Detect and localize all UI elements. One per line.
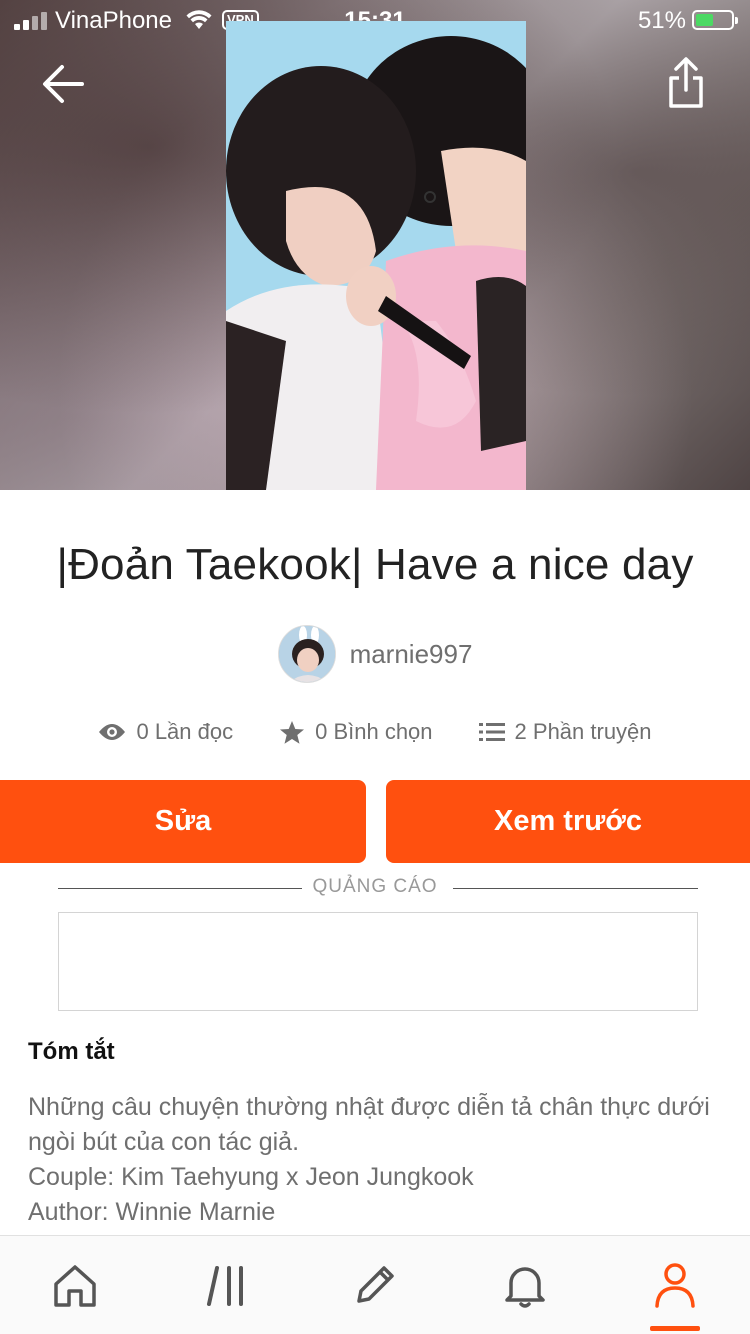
story-cover-image — [226, 21, 526, 490]
edit-button[interactable]: Sửa — [0, 780, 366, 863]
summary-line: Những câu chuyện thường nhật được diễn t… — [28, 1093, 710, 1156]
author-avatar[interactable] — [277, 625, 336, 683]
list-icon — [478, 723, 505, 741]
bell-icon[interactable] — [500, 1260, 550, 1310]
preview-button-label: Xem trước — [493, 805, 642, 837]
ad-placeholder[interactable] — [58, 912, 698, 1011]
story-header: VinaPhone VPN 15:31 51% — [0, 0, 750, 490]
parts-count: 2 Phần truyện — [514, 719, 652, 744]
library-icon[interactable] — [203, 1260, 253, 1310]
summary-text: Những câu chuyện thường nhật được diễn t… — [28, 1090, 728, 1230]
battery-percent: 51% — [637, 7, 686, 34]
pencil-icon[interactable] — [350, 1260, 400, 1310]
author-name[interactable]: marnie997 — [350, 639, 473, 670]
preview-button[interactable]: Xem trước — [386, 780, 750, 863]
summary-heading: Tóm tắt — [28, 1038, 115, 1065]
home-icon[interactable] — [50, 1260, 100, 1310]
share-icon[interactable] — [666, 56, 706, 110]
ad-divider-right — [453, 888, 698, 889]
summary-line: Couple: Kim Taehyung x Jeon Jungkook — [28, 1163, 474, 1191]
votes-stat: 0 Bình chọn — [279, 719, 433, 745]
ad-label: QUẢNG CÁO — [312, 876, 438, 897]
votes-count: 0 Bình chọn — [315, 719, 433, 744]
bottom-tab-bar — [0, 1235, 750, 1334]
summary-line: Author: Winnie Marnie — [28, 1198, 276, 1226]
profile-icon[interactable] — [650, 1260, 700, 1310]
edit-button-label: Sửa — [154, 805, 212, 837]
reads-count: 0 Lần đọc — [136, 719, 234, 744]
parts-stat: 2 Phần truyện — [478, 719, 652, 745]
back-arrow-icon[interactable] — [40, 62, 86, 106]
battery-icon — [692, 10, 738, 30]
story-title: |Đoản Taekook| Have a nice day — [56, 540, 694, 589]
active-tab-indicator — [650, 1326, 700, 1331]
author-link[interactable]: marnie997 — [0, 624, 750, 684]
story-stats: 0 Lần đọc 0 Bình chọn 2 Phần truyện — [0, 710, 750, 754]
eye-icon — [99, 724, 126, 740]
star-icon — [280, 720, 305, 744]
reads-stat: 0 Lần đọc — [98, 719, 233, 745]
